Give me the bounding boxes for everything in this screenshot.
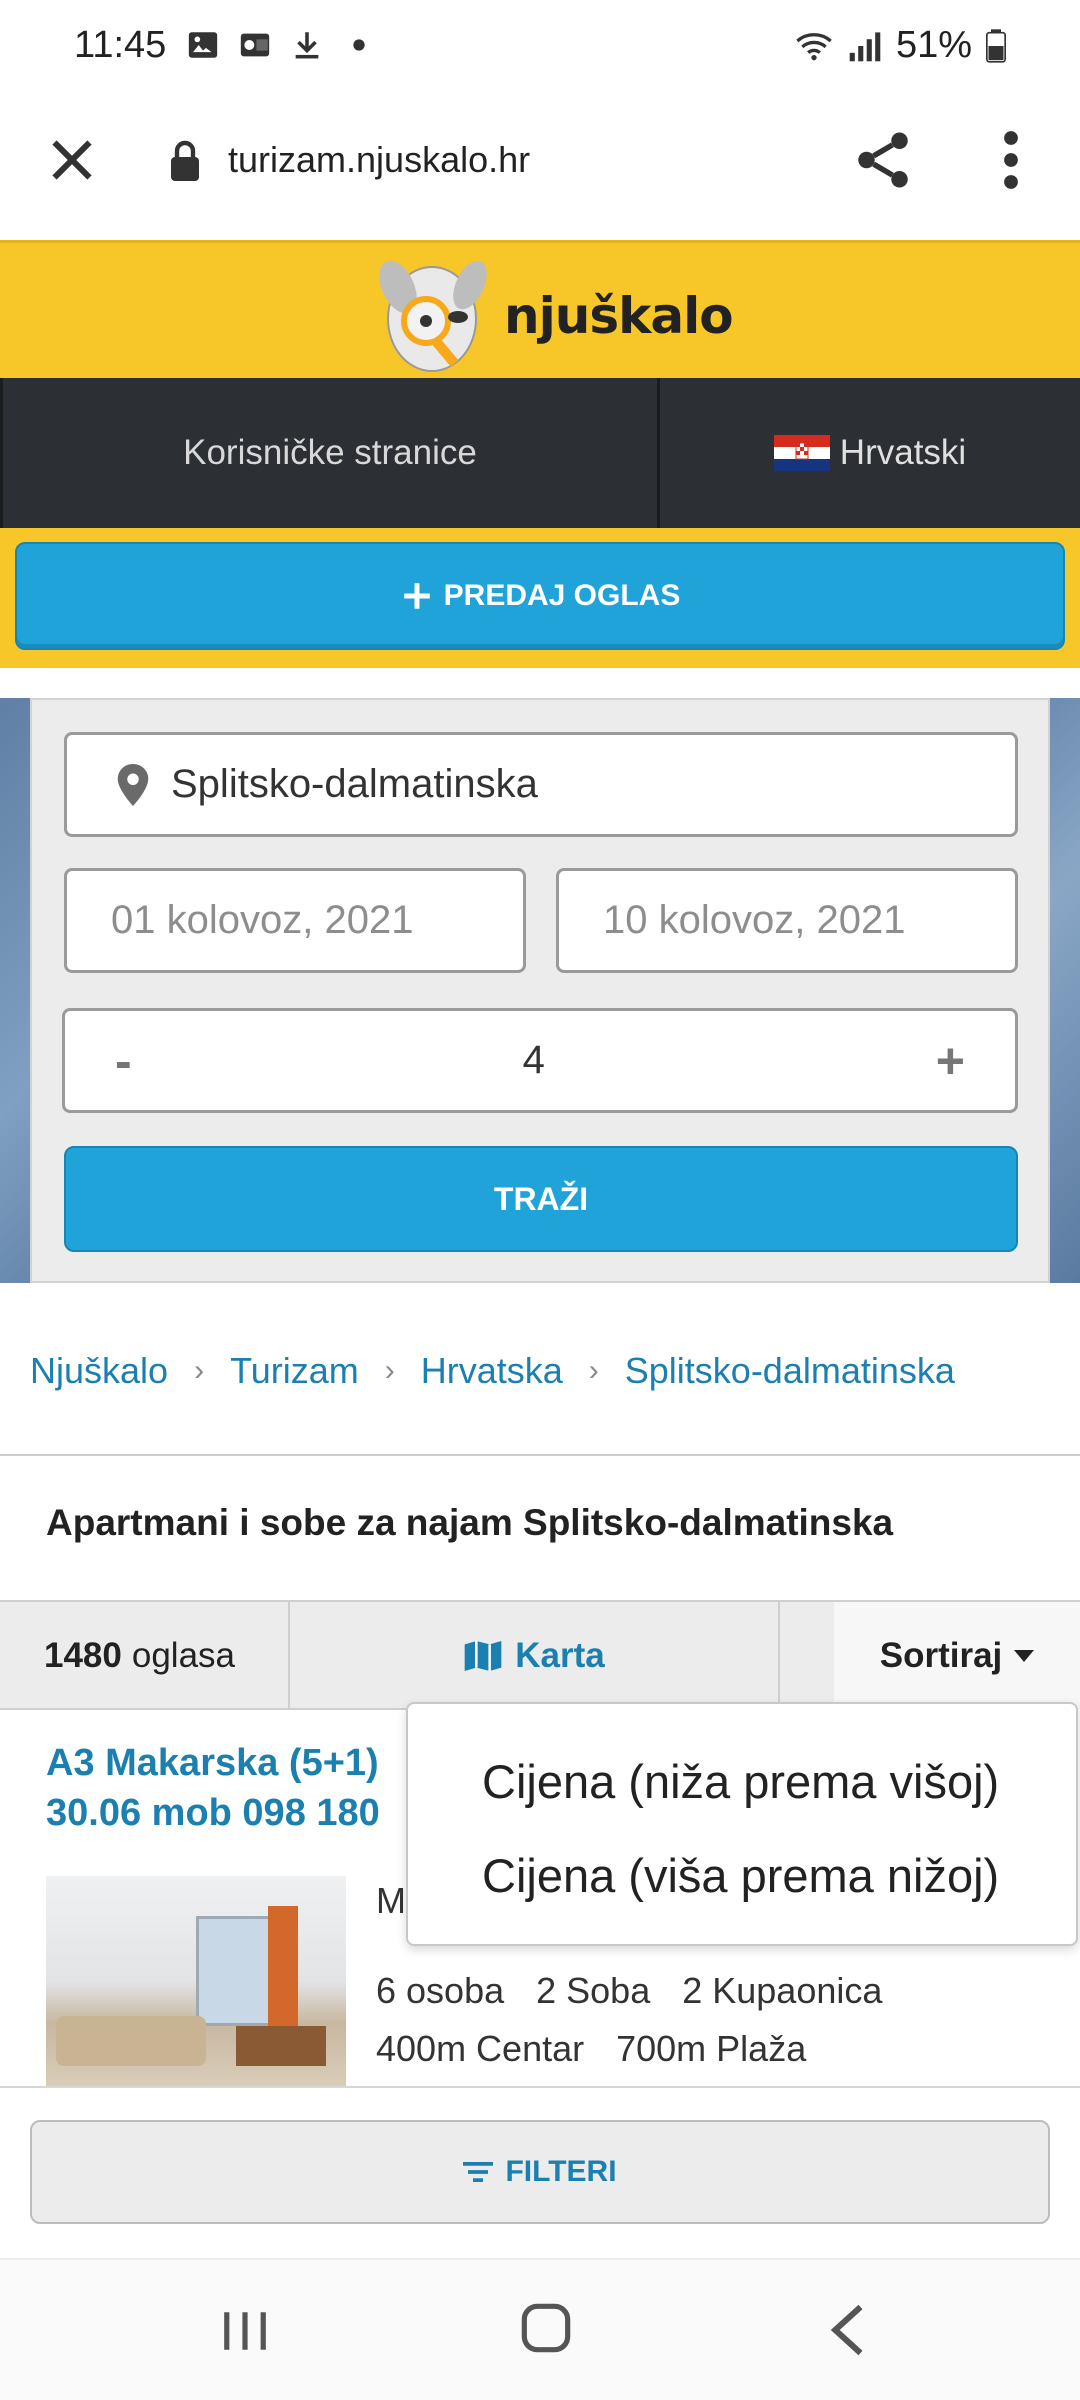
wifi-icon (796, 32, 832, 60)
dog-mascot-icon (379, 260, 487, 372)
listing-title[interactable]: A3 Makarska (5+1) 30.06 mob 098 180 (46, 1738, 446, 1838)
map-button[interactable]: Karta (290, 1602, 780, 1710)
status-time: 11:45 (74, 24, 167, 66)
listing-image-window (196, 1916, 276, 2026)
divider (0, 1454, 1080, 1456)
close-icon[interactable] (42, 130, 102, 190)
plus-icon (403, 583, 430, 609)
listing-image-sofa (56, 2016, 206, 2066)
user-pages-link[interactable]: Korisničke stranice (0, 378, 660, 528)
sort-button[interactable]: Sortiraj (834, 1602, 1080, 1710)
breadcrumb: Njuškalo › Turizam › Hrvatska › Splitsko… (30, 1350, 955, 1392)
breadcrumb-hrvatska[interactable]: Hrvatska (421, 1350, 563, 1392)
language-selector[interactable]: Hrvatski (660, 378, 1080, 528)
status-notification-icons (186, 28, 376, 62)
fact-center-distance: 400m Centar (376, 2028, 585, 2069)
sort-dropdown: Cijena (niža prema višoj) Cijena (viša p… (406, 1702, 1078, 1946)
search-button[interactable]: TRAŽI (64, 1146, 1018, 1252)
results-count-number: 1480 (44, 1636, 122, 1675)
sort-option-price-asc[interactable]: Cijena (niža prema višoj) (482, 1754, 999, 1809)
battery-icon (986, 28, 1006, 63)
recent-apps-icon[interactable] (220, 2308, 270, 2354)
search-area: Splitsko-dalmatinska 01 kolovoz, 2021 10… (0, 698, 1080, 1283)
outlook-icon (240, 33, 270, 57)
download-icon (295, 32, 319, 59)
listing-facts: 6 osoba 2 Soba 2 Kupaonica 400m Centar 700m… (376, 1962, 914, 2078)
breadcrumb-njuskalo[interactable]: Njuškalo (30, 1350, 168, 1392)
more-vert-icon[interactable] (996, 127, 1026, 193)
guests-decrement-button[interactable]: - (115, 1032, 132, 1090)
date-to-input[interactable]: 10 kolovoz, 2021 (556, 868, 1018, 973)
status-bar: 11:45 51% (0, 0, 1080, 95)
listing-facts-row: 400m Centar 700m Plaža (376, 2020, 914, 2078)
sort-option-price-desc[interactable]: Cijena (viša prema nižoj) (482, 1848, 999, 1903)
filters-button[interactable]: FILTERI (30, 2120, 1050, 2224)
breadcrumb-turizam[interactable]: Turizam (230, 1350, 359, 1392)
home-icon[interactable] (520, 2302, 572, 2354)
listing-facts-row: 6 osoba 2 Soba 2 Kupaonica (376, 1962, 914, 2020)
listing-title-line: 30.06 mob 098 180 (46, 1792, 380, 1834)
logo-text: njuškalo (504, 287, 734, 345)
listing-image-accent (268, 1906, 298, 2036)
system-nav-bar (0, 2258, 1080, 2400)
gallery-icon (188, 32, 218, 58)
bottom-filter-area: FILTERI (0, 2086, 1080, 2258)
sort-label: Sortiraj (879, 1636, 1003, 1675)
listing-image-table (236, 2026, 326, 2066)
site-header: njuškalo (0, 240, 1080, 378)
top-nav: Korisničke stranice Hrvatski (0, 378, 1080, 528)
back-icon[interactable] (826, 2302, 872, 2358)
listing-snippet: M (376, 1880, 406, 1921)
breadcrumb-separator: › (384, 1354, 395, 1387)
post-ad-band: PREDAJ OGLAS (0, 528, 1080, 668)
page-title: Apartmani i sobe za najam Splitsko-dalma… (46, 1502, 894, 1543)
njuskalo-logo[interactable]: njuškalo (366, 247, 746, 379)
fact-persons: 6 osoba (376, 1970, 505, 2011)
results-toolbar: 1480 oglasa Karta Sortiraj (0, 1600, 1080, 1710)
map-label: Karta (515, 1636, 605, 1675)
results-count-suffix: oglasa (131, 1636, 236, 1675)
location-value: Splitsko-dalmatinska (171, 762, 538, 806)
guests-count: 4 (522, 1038, 545, 1082)
browser-bar: turizam.njuskalo.hr (0, 95, 1080, 240)
post-ad-label: PREDAJ OGLAS (443, 579, 681, 612)
fact-rooms: 2 Soba (536, 1970, 651, 2011)
search-panel: Splitsko-dalmatinska 01 kolovoz, 2021 10… (30, 698, 1050, 1283)
location-pin-icon (117, 763, 149, 806)
guests-stepper: - 4 + (62, 1008, 1018, 1113)
dot-icon (353, 39, 365, 51)
share-icon[interactable] (850, 127, 916, 193)
breadcrumb-separator: › (588, 1354, 599, 1387)
chevron-down-icon (1014, 1650, 1035, 1662)
breadcrumb-region[interactable]: Splitsko-dalmatinska (625, 1350, 955, 1392)
fact-bathrooms: 2 Kupaonica (682, 1970, 883, 2011)
filter-icon (463, 2162, 494, 2182)
map-icon (464, 1641, 502, 1671)
results-count: 1480 oglasa (0, 1602, 290, 1710)
lock-icon (171, 140, 199, 181)
listing-title-line: A3 Makarska (5+1) (46, 1742, 379, 1784)
signal-icon (849, 31, 881, 61)
language-label: Hrvatski (839, 433, 967, 472)
status-system-icons: 51% (794, 24, 1006, 67)
battery-percent: 51% (895, 24, 972, 66)
location-input[interactable]: Splitsko-dalmatinska (64, 732, 1018, 837)
date-from-input[interactable]: 01 kolovoz, 2021 (64, 868, 526, 973)
fact-beach-distance: 700m Plaža (616, 2028, 807, 2069)
breadcrumb-separator: › (194, 1354, 205, 1387)
croatia-flag-icon (773, 435, 830, 471)
listing-image[interactable] (46, 1876, 346, 2086)
filters-label: FILTERI (505, 2155, 617, 2188)
post-ad-button[interactable]: PREDAJ OGLAS (15, 542, 1065, 650)
url-bar[interactable]: turizam.njuskalo.hr (228, 139, 530, 181)
guests-increment-button[interactable]: + (936, 1032, 965, 1090)
